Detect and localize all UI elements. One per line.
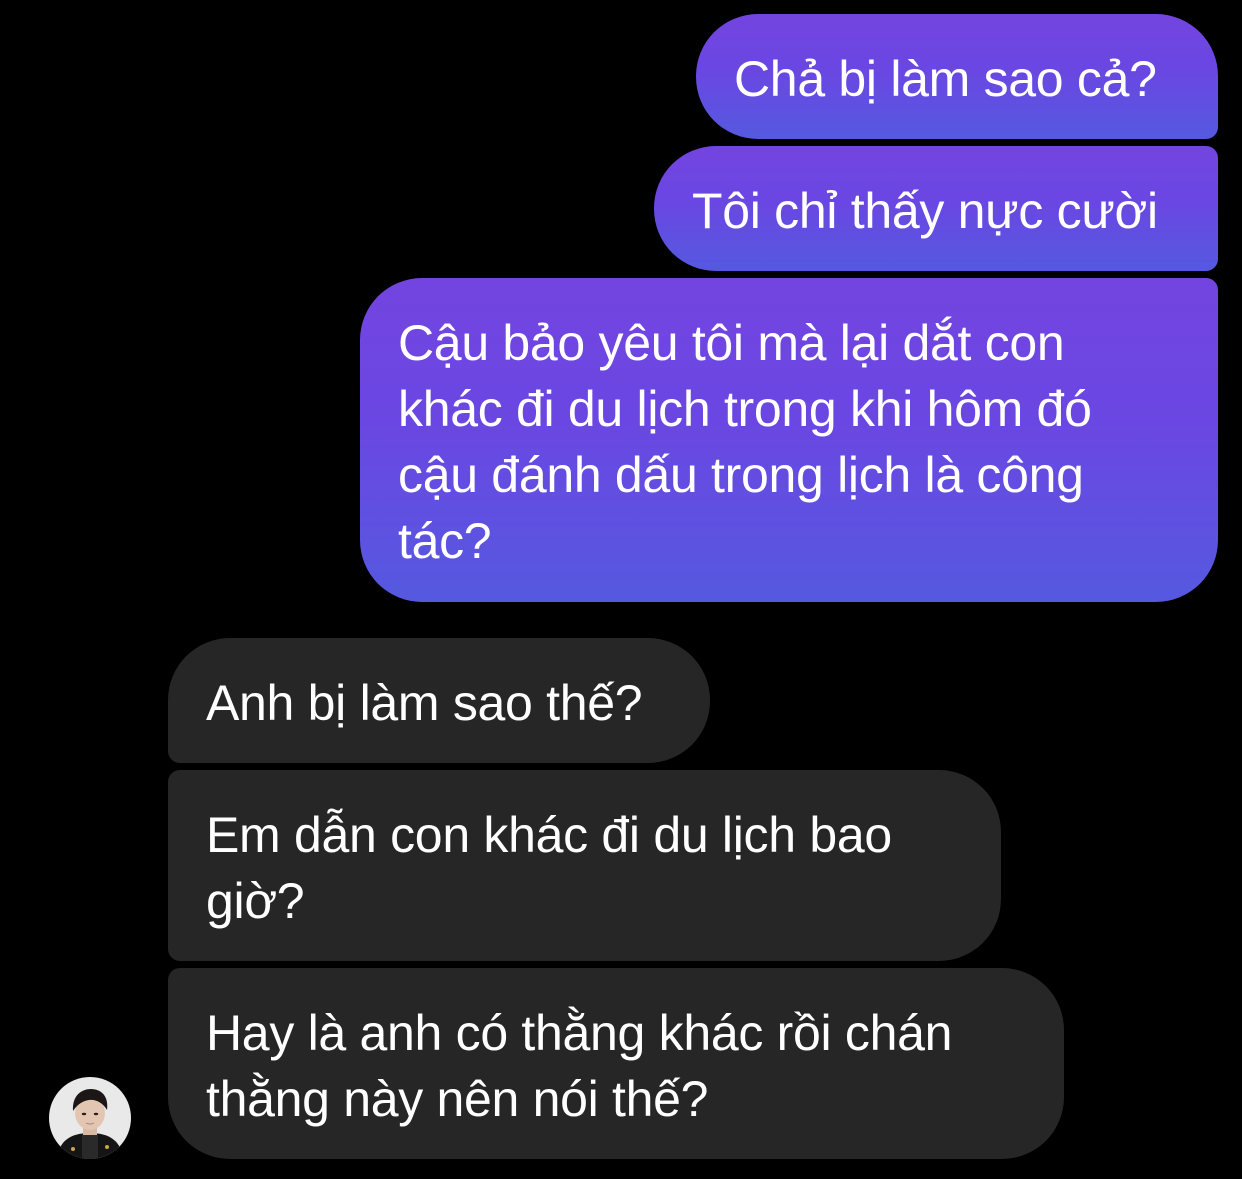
sent-message-bubble[interactable]: Cậu bảo yêu tôi mà lại dắt con khác đi d… [360,278,1218,602]
message-text: Anh bị làm sao thế? [206,675,643,731]
message-text: Tôi chỉ thấy nực cười [692,183,1158,239]
received-message-bubble[interactable]: Anh bị làm sao thế? [168,638,710,763]
sent-message-bubble[interactable]: Chả bị làm sao cả? [696,14,1218,139]
received-message-bubble[interactable]: Em dẫn con khác đi du lịch bao giờ? [168,770,1001,961]
message-text: Hay là anh có thằng khác rồi chán thằng … [206,1005,953,1127]
received-message-bubble[interactable]: Hay là anh có thằng khác rồi chán thằng … [168,968,1064,1159]
message-text: Em dẫn con khác đi du lịch bao giờ? [206,807,892,929]
contact-avatar[interactable] [49,1077,131,1159]
profile-photo-avatar-icon [49,1077,131,1159]
message-text: Chả bị làm sao cả? [734,51,1157,107]
message-text: Cậu bảo yêu tôi mà lại dắt con khác đi d… [398,315,1092,569]
chat-thread: Chả bị làm sao cả? Tôi chỉ thấy nực cười… [0,0,1242,1179]
sent-message-bubble[interactable]: Tôi chỉ thấy nực cười [654,146,1218,271]
